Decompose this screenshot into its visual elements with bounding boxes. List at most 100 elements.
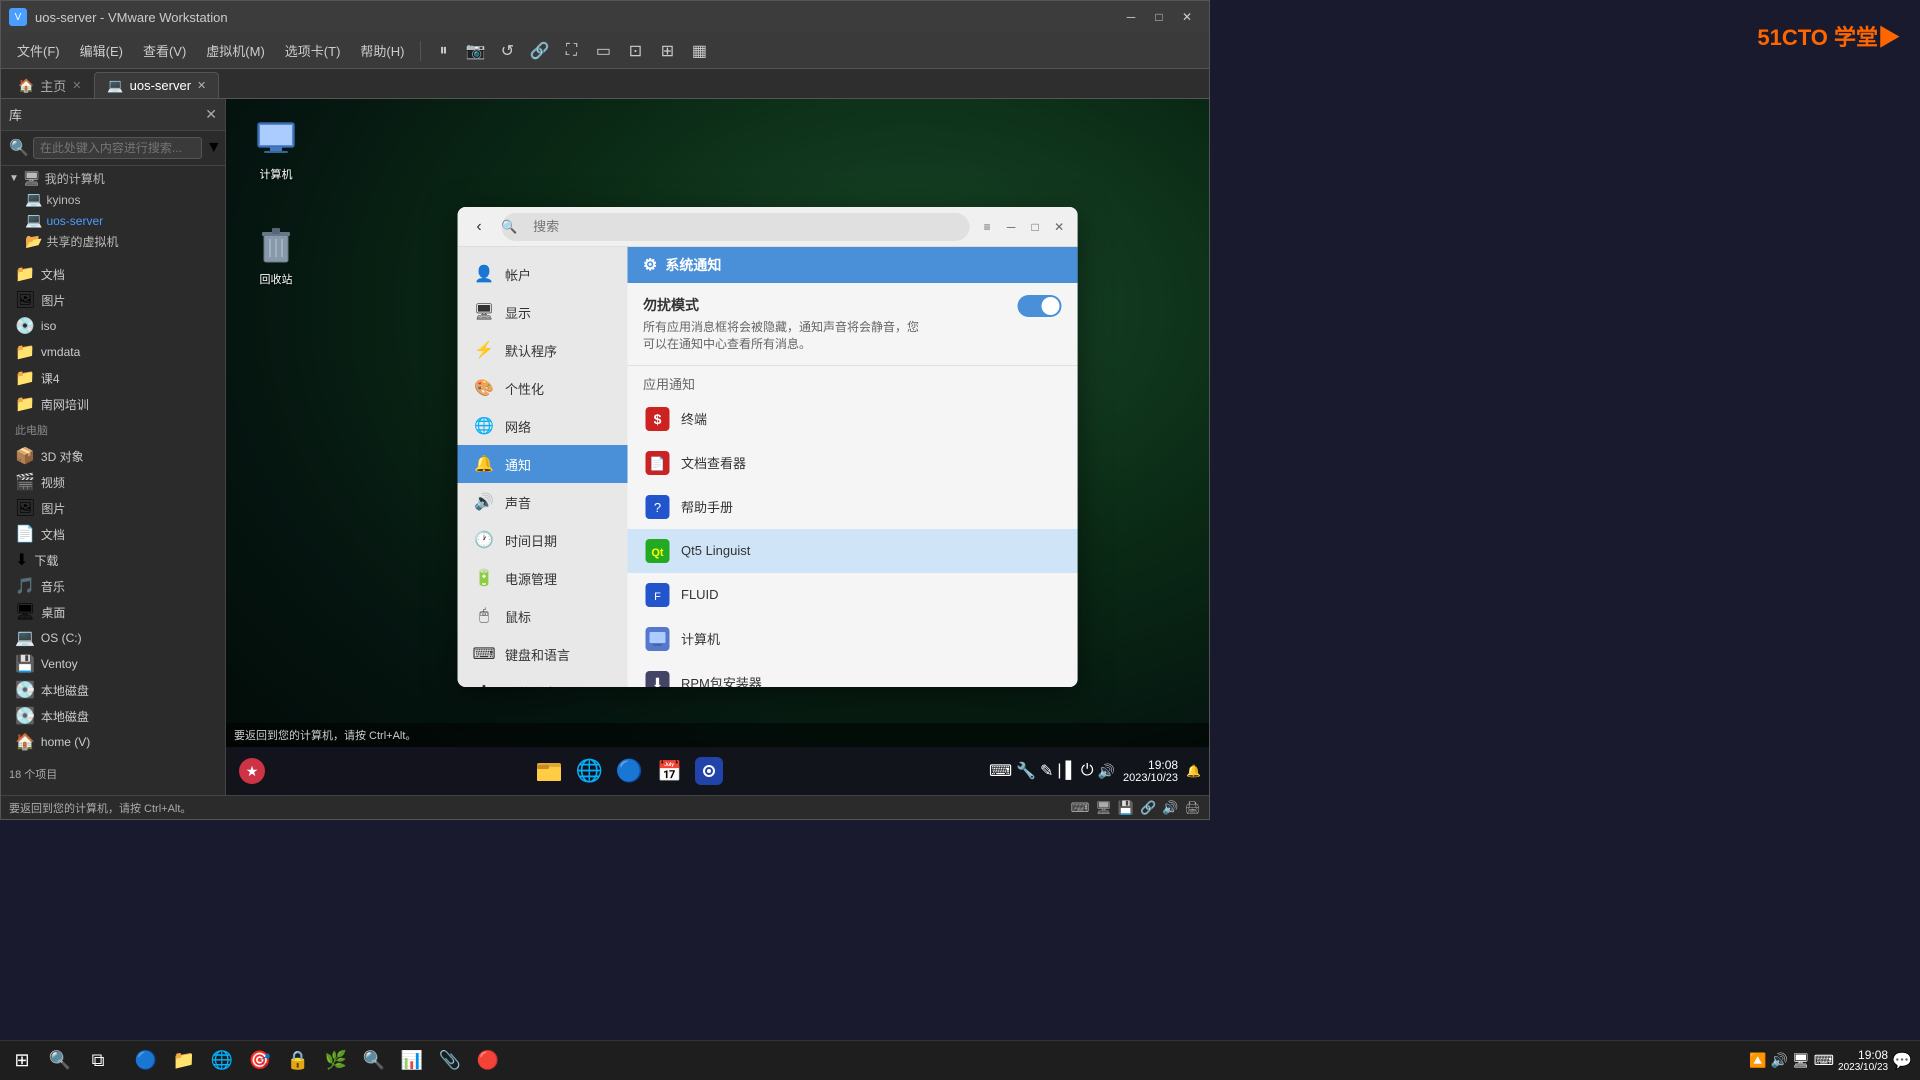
drive-downloads[interactable]: ⬇ 下载 bbox=[9, 548, 217, 572]
tree-my-computer[interactable]: ▼ 🖥 我的计算机 bbox=[1, 168, 225, 189]
drive-pictures[interactable]: 🖼 图片 bbox=[9, 496, 217, 520]
settings-nav-display[interactable]: 🖥 显示 bbox=[457, 293, 627, 331]
stretch-icon[interactable]: ⊡ bbox=[621, 37, 649, 65]
win-tray-1[interactable]: 🔼 bbox=[1749, 1052, 1766, 1069]
sb-icon-2[interactable]: 🖥 bbox=[1095, 800, 1112, 816]
drive-local2[interactable]: 💽 本地磁盘 bbox=[9, 704, 217, 728]
taskview-button[interactable]: ⧉ bbox=[80, 1043, 116, 1079]
win-app6-btn[interactable]: 🔍 bbox=[356, 1043, 392, 1079]
tb-icon-6[interactable]: 🔊 bbox=[1098, 763, 1115, 780]
win-speaker-icon[interactable]: 🔊 bbox=[1771, 1052, 1788, 1069]
revert-icon[interactable]: ↺ bbox=[493, 37, 521, 65]
tb-icon-2[interactable]: 🔧 bbox=[1016, 761, 1036, 781]
win-display-icon[interactable]: 🖥 bbox=[1792, 1052, 1810, 1069]
win-explorer-btn[interactable]: 📁 bbox=[166, 1043, 202, 1079]
file-iso[interactable]: 💿 iso bbox=[9, 314, 217, 338]
close-button[interactable]: ✕ bbox=[1173, 6, 1201, 28]
drive-home[interactable]: 🏠 home (V) bbox=[9, 730, 217, 754]
app-notif-qt5linguist[interactable]: Qt Qt5 Linguist bbox=[627, 529, 1077, 573]
settings-minimize-button[interactable]: ─ bbox=[1001, 217, 1021, 237]
file-nanwang[interactable]: 📁 南网培训 bbox=[9, 392, 217, 416]
sb-icon-3[interactable]: 💾 bbox=[1118, 800, 1134, 816]
sb-icon-1[interactable]: ⌨ bbox=[1071, 800, 1090, 816]
sidebar-search-input[interactable] bbox=[33, 137, 202, 159]
tab-uos[interactable]: 💻 uos-server ✕ bbox=[94, 72, 219, 98]
tb-icon-5[interactable]: ⏻ bbox=[1081, 762, 1094, 780]
app-notif-computer[interactable]: 计算机 bbox=[627, 617, 1077, 661]
sidebar-close-button[interactable]: ✕ bbox=[205, 106, 217, 123]
file-lesson4[interactable]: 📁 课4 bbox=[9, 366, 217, 390]
drive-docs[interactable]: 📄 文档 bbox=[9, 522, 217, 546]
menu-help[interactable]: 帮助(H) bbox=[352, 39, 412, 62]
win-notification-icon[interactable]: 💬 bbox=[1892, 1051, 1912, 1071]
tree-shared-vms[interactable]: 📂 共享的虚拟机 bbox=[17, 231, 225, 252]
settings-nav-network[interactable]: 🌐 网络 bbox=[457, 407, 627, 445]
drive-desktop[interactable]: 🖥 桌面 bbox=[9, 600, 217, 624]
file-documents[interactable]: 📁 文档 bbox=[9, 262, 217, 286]
uos-launcher-btn[interactable]: ★ bbox=[234, 753, 270, 789]
sb-icon-5[interactable]: 🔊 bbox=[1162, 800, 1178, 816]
fullscreen-icon[interactable]: ⛶ bbox=[557, 37, 585, 65]
settings-nav-account[interactable]: 👤 帐户 bbox=[457, 255, 627, 293]
app-notif-fluid[interactable]: F FLUID bbox=[627, 573, 1077, 617]
minimize-button[interactable]: ─ bbox=[1117, 6, 1145, 28]
drive-os-c[interactable]: 💻 OS (C:) bbox=[9, 626, 217, 650]
tab-home-close[interactable]: ✕ bbox=[72, 79, 81, 92]
win-keyboard-icon[interactable]: ⌨ bbox=[1814, 1052, 1834, 1069]
settings-maximize-button[interactable]: □ bbox=[1025, 217, 1045, 237]
tab-home[interactable]: 🏠 主页 ✕ bbox=[5, 72, 94, 98]
extra-icon[interactable]: ▦ bbox=[685, 37, 713, 65]
network-icon[interactable]: 🔗 bbox=[525, 37, 553, 65]
drive-3d[interactable]: 📦 3D 对象 bbox=[9, 444, 217, 468]
settings-nav-mouse[interactable]: 🖱 鼠标 bbox=[457, 597, 627, 635]
win-edge-btn[interactable]: 🔵 bbox=[128, 1043, 164, 1079]
view-icon[interactable]: ▭ bbox=[589, 37, 617, 65]
win-app9-btn[interactable]: 🔴 bbox=[470, 1043, 506, 1079]
suspend-icon[interactable]: ⏸ bbox=[429, 37, 457, 65]
dnd-toggle[interactable] bbox=[1017, 295, 1061, 317]
uos-browser-btn[interactable]: 🌐 bbox=[571, 753, 607, 789]
uos-edge-btn[interactable]: 🔵 bbox=[611, 753, 647, 789]
win-app7-btn[interactable]: 📊 bbox=[394, 1043, 430, 1079]
menu-view[interactable]: 查看(V) bbox=[135, 39, 194, 62]
drive-ventoy[interactable]: 💾 Ventoy bbox=[9, 652, 217, 676]
usb-icon[interactable]: ⊞ bbox=[653, 37, 681, 65]
settings-nav-power[interactable]: 🔋 电源管理 bbox=[457, 559, 627, 597]
tb-icon-4[interactable]: ▌ bbox=[1066, 762, 1077, 780]
start-button[interactable]: ⊞ bbox=[4, 1043, 40, 1079]
settings-nav-sysinfo[interactable]: ℹ 系统信息 bbox=[457, 673, 627, 687]
settings-back-button[interactable]: ‹ bbox=[465, 213, 493, 241]
dropdown-icon[interactable]: ▼ bbox=[206, 139, 222, 157]
app-notif-terminal[interactable]: $ 终端 bbox=[627, 397, 1077, 441]
uos-settings-btn[interactable] bbox=[691, 753, 727, 789]
win-app8-btn[interactable]: 📎 bbox=[432, 1043, 468, 1079]
settings-nav-personalize[interactable]: 🎨 个性化 bbox=[457, 369, 627, 407]
sb-icon-6[interactable]: 🖨 bbox=[1184, 800, 1201, 816]
settings-nav-defaultapps[interactable]: ⚡ 默认程序 bbox=[457, 331, 627, 369]
menu-tabs[interactable]: 选项卡(T) bbox=[277, 39, 349, 62]
settings-close-button[interactable]: ✕ bbox=[1049, 217, 1069, 237]
menu-file[interactable]: 文件(F) bbox=[9, 39, 68, 62]
win-app3-btn[interactable]: 🎯 bbox=[242, 1043, 278, 1079]
sb-icon-4[interactable]: 🔗 bbox=[1140, 800, 1156, 816]
settings-nav-notification[interactable]: 🔔 通知 bbox=[457, 445, 627, 483]
app-notif-manual[interactable]: ? 帮助手册 bbox=[627, 485, 1077, 529]
notification-bell-icon[interactable]: 🔔 bbox=[1186, 764, 1201, 778]
settings-menu-button[interactable]: ≡ bbox=[977, 217, 997, 237]
win-chrome-btn[interactable]: 🌐 bbox=[204, 1043, 240, 1079]
uos-files-btn[interactable] bbox=[531, 753, 567, 789]
drive-local1[interactable]: 💽 本地磁盘 bbox=[9, 678, 217, 702]
tab-uos-close[interactable]: ✕ bbox=[197, 79, 206, 92]
settings-nav-keyboard[interactable]: ⌨ 键盘和语言 bbox=[457, 635, 627, 673]
win-app4-btn[interactable]: 🔒 bbox=[280, 1043, 316, 1079]
tree-kyinos[interactable]: 💻 kyinos bbox=[17, 189, 225, 210]
search-button[interactable]: 🔍 bbox=[42, 1043, 78, 1079]
file-vmdata[interactable]: 📁 vmdata bbox=[9, 340, 217, 364]
win-app5-btn[interactable]: 🌿 bbox=[318, 1043, 354, 1079]
desktop-icon-computer[interactable]: 计算机 bbox=[236, 109, 316, 188]
file-pictures[interactable]: 🖼 图片 bbox=[9, 288, 217, 312]
drive-music[interactable]: 🎵 音乐 bbox=[9, 574, 217, 598]
menu-edit[interactable]: 编辑(E) bbox=[72, 39, 131, 62]
tb-icon-3[interactable]: ✎ bbox=[1040, 761, 1053, 781]
snapshot-icon[interactable]: 📷 bbox=[461, 37, 489, 65]
